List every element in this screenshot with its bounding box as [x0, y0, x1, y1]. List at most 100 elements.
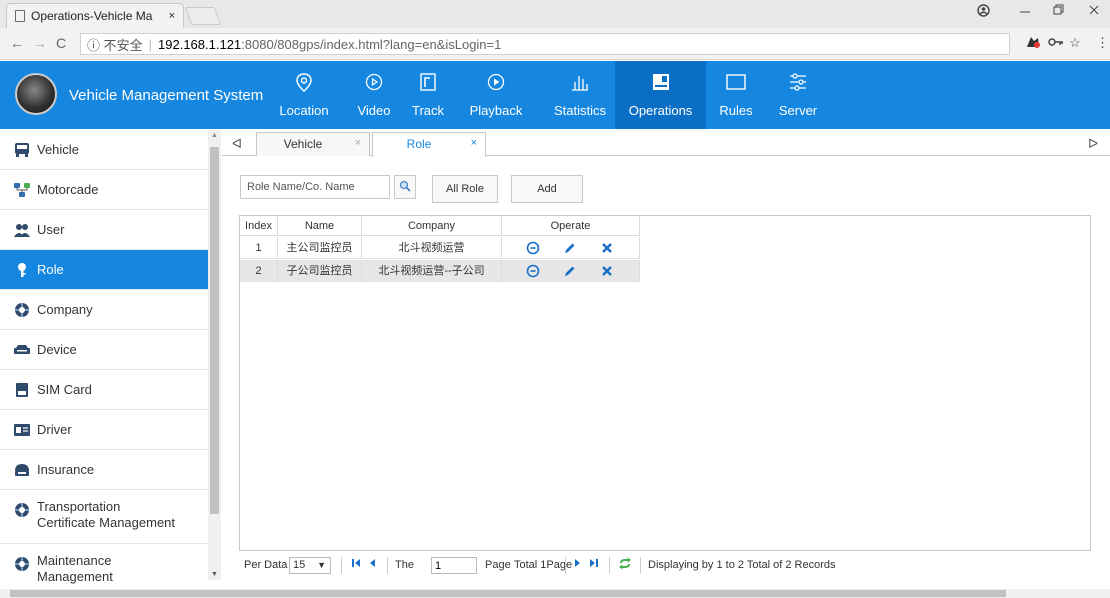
close-window-icon[interactable]: [1088, 4, 1100, 19]
scroll-up-arrow-icon[interactable]: ▲: [211, 132, 218, 139]
profile-icon[interactable]: [977, 4, 990, 20]
column-header-company[interactable]: Company: [362, 216, 502, 236]
delete-x-icon[interactable]: [600, 264, 614, 278]
nav-video[interactable]: Video: [352, 61, 396, 129]
sidebar-item-motorcade[interactable]: Motorcade: [0, 170, 208, 210]
the-label: The: [395, 559, 414, 571]
tab-close-icon[interactable]: ×: [471, 137, 477, 149]
page-number-input[interactable]: [431, 557, 477, 574]
next-page-icon[interactable]: [573, 557, 581, 572]
delete-x-icon[interactable]: [600, 241, 614, 255]
sidebar-item-role[interactable]: Role: [0, 250, 208, 290]
sidebar-item-maintenance[interactable]: Maintenance Management: [0, 544, 208, 590]
sidebar-item-vehicle[interactable]: Vehicle: [0, 130, 208, 170]
bar-chart-icon: [544, 73, 616, 93]
nav-playback[interactable]: Playback: [464, 61, 528, 129]
back-icon[interactable]: ←: [10, 35, 24, 51]
column-header-index[interactable]: Index: [240, 216, 278, 236]
refresh-icon[interactable]: [618, 557, 632, 573]
browser-menu-icon[interactable]: ⋮: [1096, 35, 1109, 51]
browser-tab-strip: Operations-Vehicle Ma ×: [0, 0, 1110, 28]
content-tab-strip: ᐊ Vehicle × Role × ᐅ: [222, 132, 1110, 157]
table-row[interactable]: 2 子公司监控员 北斗视频运营--子公司: [240, 260, 640, 282]
sidebar-item-insurance[interactable]: Insurance: [0, 450, 208, 490]
sidebar-item-sim-card[interactable]: SIM Card: [0, 370, 208, 410]
sidebar-item-device[interactable]: Device: [0, 330, 208, 370]
nav-operations[interactable]: Operations: [615, 61, 706, 129]
sidebar-item-transportation-certificate[interactable]: Transportation Certificate Management: [0, 490, 208, 544]
search-button[interactable]: [394, 175, 416, 199]
minimize-icon[interactable]: [1019, 4, 1031, 19]
password-key-icon[interactable]: [1048, 35, 1064, 50]
sidebar: Vehicle Motorcade User Role Company Devi…: [0, 130, 208, 590]
restore-icon[interactable]: [1053, 4, 1065, 19]
view-detail-icon[interactable]: [526, 241, 540, 255]
nav-label: Track: [411, 103, 445, 118]
add-role-button[interactable]: Add: [511, 175, 583, 203]
edit-pencil-icon[interactable]: [563, 264, 577, 278]
bookmark-star-icon[interactable]: ☆: [1069, 35, 1081, 51]
nav-label: Playback: [469, 103, 523, 118]
last-page-icon[interactable]: [589, 557, 599, 572]
sidebar-item-label-line2: Management: [37, 569, 113, 584]
column-header-name[interactable]: Name: [278, 216, 362, 236]
per-data-select[interactable]: 15 ▼: [289, 557, 331, 574]
maintenance-icon: [13, 556, 31, 572]
sidebar-item-label: Device: [37, 342, 77, 357]
nav-rules[interactable]: Rules: [714, 61, 758, 129]
tab-close-icon[interactable]: ×: [355, 137, 361, 149]
extension-icon[interactable]: [1025, 35, 1041, 52]
sidebar-item-company[interactable]: Company: [0, 290, 208, 330]
reload-icon[interactable]: C: [56, 35, 66, 51]
app-header: Vehicle Management System Location Video…: [0, 61, 1110, 129]
nav-label: Statistics: [553, 103, 606, 118]
horizontal-scrollbar[interactable]: [0, 589, 1110, 598]
pagination-bar: Per Data 15 ▼ The Page Total 1Page Displ…: [239, 550, 1091, 579]
table-row[interactable]: 1 主公司监控员 北斗视频运营: [240, 237, 640, 259]
forward-icon[interactable]: →: [33, 35, 47, 51]
browser-toolbar: ← → C ⓘ 不安全 | 192.168.1.121 :8080/808gps…: [0, 28, 1110, 60]
new-tab-button[interactable]: [184, 7, 222, 25]
nav-track[interactable]: Track: [408, 61, 448, 129]
sidebar-item-label: Driver: [37, 422, 72, 437]
scroll-down-arrow-icon[interactable]: ▼: [211, 571, 218, 578]
security-indicator[interactable]: ⓘ 不安全: [87, 35, 143, 54]
key-icon: [13, 262, 31, 278]
document-icon: [15, 10, 25, 22]
per-data-label: Per Data: [244, 559, 288, 571]
view-detail-icon[interactable]: [526, 264, 540, 278]
browser-tab[interactable]: Operations-Vehicle Ma ×: [6, 3, 184, 28]
operations-icon: [615, 73, 706, 93]
tab-label: Role: [406, 137, 432, 151]
track-icon: [408, 73, 448, 93]
tab-vehicle[interactable]: Vehicle ×: [256, 132, 370, 156]
nav-server[interactable]: Server: [776, 61, 820, 129]
sidebar-item-label: Vehicle: [37, 142, 79, 157]
all-role-button[interactable]: All Role: [432, 175, 498, 203]
total-pages-label: Total 1Page: [514, 559, 573, 571]
cell-name: 主公司监控员: [278, 237, 362, 259]
edit-pencil-icon[interactable]: [563, 241, 577, 255]
sidebar-item-driver[interactable]: Driver: [0, 410, 208, 450]
horizontal-scroll-thumb[interactable]: [10, 590, 1006, 597]
prev-page-icon[interactable]: [369, 557, 377, 572]
address-bar[interactable]: ⓘ 不安全 | 192.168.1.121 :8080/808gps/index…: [80, 33, 1010, 55]
sidebar-item-label: Transportation: [37, 499, 121, 514]
tabs-scroll-right-icon[interactable]: ᐅ: [1088, 136, 1098, 152]
nav-location[interactable]: Location: [270, 61, 338, 129]
role-search-input[interactable]: [240, 175, 390, 199]
sidebar-scroll-thumb[interactable]: [210, 147, 219, 514]
nav-statistics[interactable]: Statistics: [544, 61, 616, 129]
sidebar-item-label: Company: [37, 302, 93, 317]
tab-role[interactable]: Role ×: [372, 132, 486, 157]
sidebar-item-user[interactable]: User: [0, 210, 208, 250]
tabs-scroll-left-icon[interactable]: ᐊ: [232, 136, 242, 152]
browser-tab-close-icon[interactable]: ×: [169, 10, 175, 22]
url-path: :8080/808gps/index.html?lang=en&isLogin=…: [241, 36, 502, 52]
app-title: Vehicle Management System: [69, 87, 264, 104]
nav-label: Rules: [719, 103, 753, 118]
column-header-operate[interactable]: Operate: [502, 216, 640, 236]
sidebar-scrollbar[interactable]: ▲ ▼: [208, 130, 221, 580]
pager-divider: [387, 557, 388, 574]
first-page-icon[interactable]: [351, 557, 361, 572]
